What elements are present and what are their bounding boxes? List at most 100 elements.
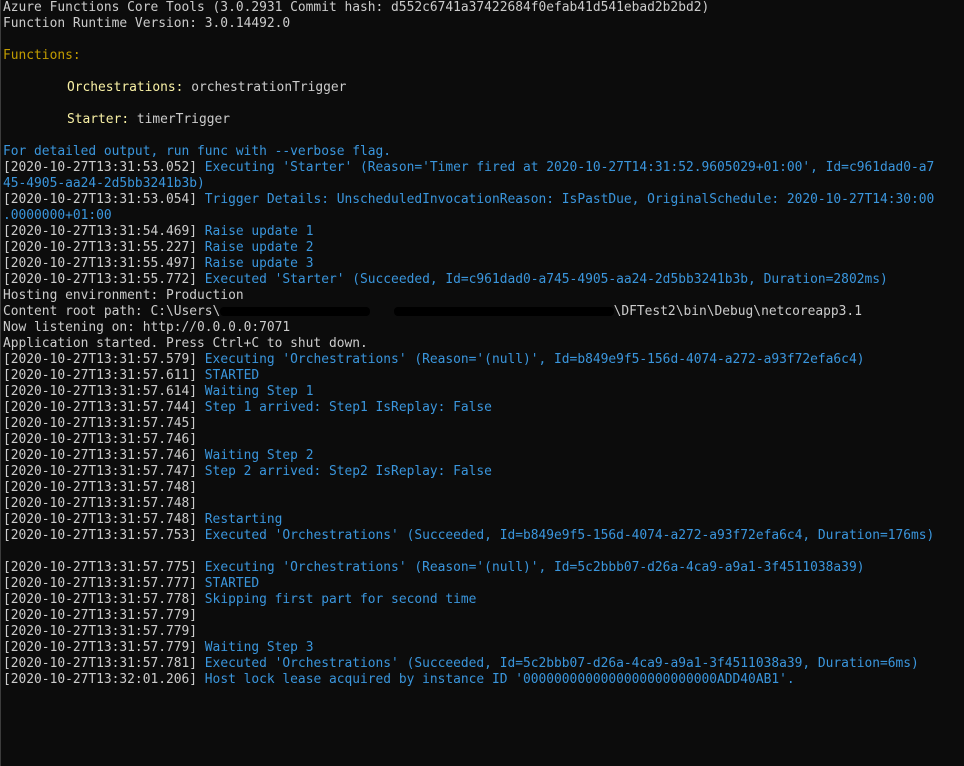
log-message: Executing 'Orchestrations' (Reason='(nul…: [204, 560, 865, 575]
log-block-starter: [2020-10-27T13:31:53.052] Executing 'Sta…: [3, 160, 964, 288]
log-timestamp: [2020-10-27T13:31:57.579]: [3, 352, 198, 367]
log-line: [2020-10-27T13:31:53.052] Executing 'Sta…: [3, 160, 964, 176]
log-timestamp: [2020-10-27T13:31:57.614]: [3, 384, 198, 399]
log-message: 45-4905-aa24-2d5bb3241b3b): [3, 176, 205, 191]
log-timestamp: [2020-10-27T13:31:57.748]: [3, 480, 198, 495]
log-message: Executed 'Orchestrations' (Succeeded, Id…: [204, 656, 919, 671]
log-message: Raise update 1: [204, 224, 314, 239]
log-line: 45-4905-aa24-2d5bb3241b3b): [3, 176, 964, 192]
app-started-line: Application started. Press Ctrl+C to shu…: [3, 336, 368, 351]
log-timestamp: [2020-10-27T13:31:57.747]: [3, 464, 198, 479]
log-timestamp: [2020-10-27T13:31:55.497]: [3, 256, 198, 271]
log-timestamp: [2020-10-27T13:31:57.753]: [3, 528, 198, 543]
log-timestamp: [2020-10-27T13:31:57.779]: [3, 608, 198, 623]
log-timestamp: [2020-10-27T13:32:01.206]: [3, 672, 198, 687]
log-timestamp: [2020-10-27T13:31:57.779]: [3, 624, 198, 639]
log-timestamp: [2020-10-27T13:31:57.778]: [3, 592, 198, 607]
content-root-line: Content root path: C:\Users\ \DFTest2\bi…: [3, 304, 964, 320]
log-line: [2020-10-27T13:31:57.778] Skipping first…: [3, 592, 964, 608]
log-message: Trigger Details: UnscheduledInvocationRe…: [204, 192, 935, 207]
log-line: .0000000+01:00: [3, 208, 964, 224]
log-timestamp: [2020-10-27T13:31:57.748]: [3, 512, 198, 527]
log-timestamp: [2020-10-27T13:31:57.775]: [3, 560, 198, 575]
log-message: Step 2 arrived: Step2 IsReplay: False: [204, 464, 492, 479]
function-entry-starter: Starter: timerTrigger: [3, 112, 964, 128]
log-message: Raise update 3: [204, 256, 314, 271]
log-timestamp: [2020-10-27T13:31:53.052]: [3, 160, 198, 175]
log-timestamp: [2020-10-27T13:31:57.746]: [3, 448, 198, 463]
redaction-mark: [220, 307, 371, 316]
log-timestamp: [2020-10-27T13:31:57.745]: [3, 416, 198, 431]
function-name: Starter:: [67, 112, 130, 127]
log-timestamp: [2020-10-27T13:31:57.781]: [3, 656, 198, 671]
log-line: [2020-10-27T13:31:57.579] Executing 'Orc…: [3, 352, 964, 368]
log-line: [2020-10-27T13:31:55.772] Executed 'Star…: [3, 272, 964, 288]
log-message: Executing 'Starter' (Reason='Timer fired…: [204, 160, 935, 175]
log-line: [2020-10-27T13:31:57.747] Step 2 arrived…: [3, 464, 964, 480]
log-line: [2020-10-27T13:31:55.497] Raise update 3: [3, 256, 964, 272]
log-message: Skipping first part for second time: [204, 592, 477, 607]
function-name: Orchestrations:: [67, 80, 184, 95]
log-timestamp: [2020-10-27T13:31:57.744]: [3, 400, 198, 415]
log-line: [2020-10-27T13:31:57.614] Waiting Step 1: [3, 384, 964, 400]
log-line: [2020-10-27T13:31:57.748] Restarting: [3, 512, 964, 528]
log-line: [2020-10-27T13:31:57.779]: [3, 608, 964, 624]
function-trigger: orchestrationTrigger: [191, 80, 347, 95]
content-root-prefix: Content root path: C:\Users\: [3, 304, 221, 319]
log-line: [2020-10-27T13:31:57.781] Executed 'Orch…: [3, 656, 964, 672]
window-left-border: [0, 0, 1, 766]
log-timestamp: [2020-10-27T13:31:55.772]: [3, 272, 198, 287]
verbose-hint: For detailed output, run func with --ver…: [3, 144, 392, 159]
log-message: Raise update 2: [204, 240, 314, 255]
log-line: [2020-10-27T13:31:57.779]: [3, 624, 964, 640]
log-line: [2020-10-27T13:31:57.777] STARTED: [3, 576, 964, 592]
runtime-version-line: Function Runtime Version: 3.0.14492.0: [3, 16, 291, 31]
function-entry-orchestrations: Orchestrations: orchestrationTrigger: [3, 80, 964, 96]
log-timestamp: [2020-10-27T13:31:57.777]: [3, 576, 198, 591]
log-line: [2020-10-27T13:31:55.227] Raise update 2: [3, 240, 964, 256]
log-message: .0000000+01:00: [3, 208, 112, 223]
log-line: [2020-10-27T13:31:57.748]: [3, 496, 964, 512]
log-line: [2020-10-27T13:31:57.745]: [3, 416, 964, 432]
log-message: Waiting Step 3: [204, 640, 314, 655]
log-timestamp: [2020-10-27T13:31:55.227]: [3, 240, 198, 255]
log-message: STARTED: [204, 576, 260, 591]
log-message: Waiting Step 2: [204, 448, 314, 463]
tools-version-line: Azure Functions Core Tools (3.0.2931 Com…: [3, 0, 710, 15]
log-timestamp: [2020-10-27T13:31:57.748]: [3, 496, 198, 511]
hosting-environment-line: Hosting environment: Production: [3, 288, 244, 303]
log-message: Executed 'Orchestrations' (Succeeded, Id…: [204, 528, 935, 543]
terminal-output[interactable]: Azure Functions Core Tools (3.0.2931 Com…: [3, 0, 964, 766]
log-timestamp: [2020-10-27T13:31:57.746]: [3, 432, 198, 447]
log-line: [2020-10-27T13:31:57.753] Executed 'Orch…: [3, 528, 964, 544]
log-message: Executed 'Starter' (Succeeded, Id=c961da…: [204, 272, 888, 287]
log-block-orchestration-1: [2020-10-27T13:31:57.579] Executing 'Orc…: [3, 352, 964, 544]
function-trigger: timerTrigger: [136, 112, 230, 127]
log-line: [2020-10-27T13:31:57.746]: [3, 432, 964, 448]
log-line: [2020-10-27T13:31:57.748]: [3, 480, 964, 496]
log-line: [2020-10-27T13:31:57.611] STARTED: [3, 368, 964, 384]
log-message: Host lock lease acquired by instance ID …: [204, 672, 795, 687]
log-line: [2020-10-27T13:31:54.469] Raise update 1: [3, 224, 964, 240]
log-timestamp: [2020-10-27T13:31:57.779]: [3, 640, 198, 655]
log-block-orchestration-2: [2020-10-27T13:31:57.775] Executing 'Orc…: [3, 560, 964, 688]
listening-line: Now listening on: http://0.0.0.0:7071: [3, 320, 291, 335]
log-line: [2020-10-27T13:31:57.779] Waiting Step 3: [3, 640, 964, 656]
content-root-suffix: \DFTest2\bin\Debug\netcoreapp3.1: [613, 304, 862, 319]
log-message: Restarting: [204, 512, 283, 527]
log-line: [2020-10-27T13:31:57.746] Waiting Step 2: [3, 448, 964, 464]
log-line: [2020-10-27T13:31:57.744] Step 1 arrived…: [3, 400, 964, 416]
functions-heading: Functions:: [3, 48, 81, 63]
log-message: STARTED: [204, 368, 260, 383]
log-timestamp: [2020-10-27T13:31:57.611]: [3, 368, 198, 383]
log-message: Step 1 arrived: Step1 IsReplay: False: [204, 400, 492, 415]
log-line: [2020-10-27T13:32:01.206] Host lock leas…: [3, 672, 964, 688]
log-message: Waiting Step 1: [204, 384, 314, 399]
log-timestamp: [2020-10-27T13:31:53.054]: [3, 192, 198, 207]
log-line: [2020-10-27T13:31:53.054] Trigger Detail…: [3, 192, 964, 208]
